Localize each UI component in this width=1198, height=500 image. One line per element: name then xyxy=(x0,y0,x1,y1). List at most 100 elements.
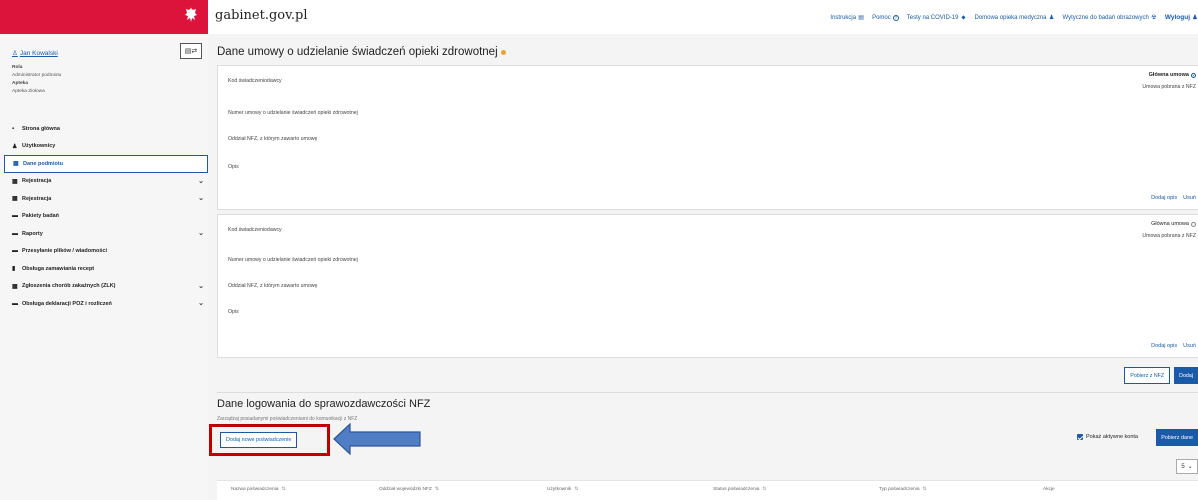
provider-code-label: Kod świadczeniodawcy xyxy=(228,78,282,84)
remove-link[interactable]: Usuń xyxy=(1183,343,1196,349)
sidebar-item-label: Strona główna xyxy=(22,125,60,132)
sidebar-item[interactable]: ▦ Zgłoszenia chorób zakaźnych (ZLK) ⌄ xyxy=(4,278,208,296)
switch-entity-button[interactable]: ▤⇄ xyxy=(180,43,202,59)
section-divider xyxy=(217,392,1198,393)
nav-domowa-opieka[interactable]: Domowa opieka medyczna ♟ xyxy=(974,15,1054,21)
sidebar-item[interactable]: ▦ Rejestracja ⌄ xyxy=(4,190,208,208)
main-contract-radio[interactable]: Główna umowa xyxy=(1149,72,1196,78)
radio-empty-icon xyxy=(1191,221,1196,227)
sidebar: ♙ Jan Kowalski ▤⇄ Rola Administrator pod… xyxy=(0,34,208,500)
sort-icon[interactable]: ⇅ xyxy=(574,487,578,492)
chevron-down-icon[interactable]: ⌄ xyxy=(198,194,204,202)
user-icon: ♙ xyxy=(12,50,18,57)
eagle-emblem-icon xyxy=(185,7,197,22)
radio-selected-icon xyxy=(1191,72,1196,78)
sidebar-menu: ▪ Strona główna ♟ Użytkownicy ▦ Dane podmiotu… xyxy=(4,120,208,313)
document-icon: ▤ xyxy=(858,14,864,21)
table-column-header[interactable]: Nazwa poświadczenia ⇅ xyxy=(231,487,286,492)
fetch-from-nfz-button[interactable]: Pobierz z NFZ xyxy=(1124,367,1171,384)
nav-instrukcja[interactable]: Instrukcja ▤ xyxy=(830,15,864,21)
downloaded-from-nfz-label: Umowa pobrana z NFZ xyxy=(1142,233,1196,239)
table-column-header[interactable]: Akcje xyxy=(1043,487,1055,492)
site-title[interactable]: gabinet.gov.pl xyxy=(215,8,308,23)
show-active-checkbox[interactable]: Pokaż aktywne konta xyxy=(1077,434,1138,440)
sidebar-item[interactable]: ▬ Pakiety badań xyxy=(4,208,208,226)
contract-card: Kod świadczeniodawcy Numer umowy o udzie… xyxy=(217,214,1198,358)
sidebar-item[interactable]: ▦ Rejestracja ⌄ xyxy=(4,173,208,191)
add-contract-button[interactable]: Dodaj xyxy=(1174,367,1198,384)
sidebar-item-label: Rejestracja xyxy=(22,178,52,185)
user-profile-link[interactable]: ♙ Jan Kowalski xyxy=(12,49,58,58)
logout-button[interactable]: Wyloguj ♟ xyxy=(1165,14,1198,21)
file-icon: ▬ xyxy=(12,213,18,220)
table-column-header[interactable]: Typ poświadczenia ⇅ xyxy=(879,487,927,492)
grid-icon: ▪ xyxy=(12,125,15,132)
test-tube-icon: ⬥ xyxy=(961,14,966,21)
provider-code-label: Kod świadczeniodawcy xyxy=(228,227,282,233)
card-actions: Dodaj opis Usuń xyxy=(1151,343,1196,349)
chevron-down-icon[interactable]: ⌄ xyxy=(198,299,204,307)
home-care-icon: ♟ xyxy=(1048,14,1055,21)
add-description-link[interactable]: Dodaj opis xyxy=(1151,343,1177,349)
contract-number-label: Numer umowy o udzielanie świadczeń opiek… xyxy=(228,110,358,116)
prescription-icon: ▮ xyxy=(12,266,16,273)
role-info: Rola Administrator podmiotu Apteka Aptek… xyxy=(12,64,61,96)
sort-icon[interactable]: ⇅ xyxy=(281,487,285,492)
sidebar-item-label: Rejestracja xyxy=(22,195,52,202)
sort-icon[interactable]: ⇅ xyxy=(435,487,439,492)
user-icon: ♟ xyxy=(12,143,18,150)
downloaded-from-nfz-label: Umowa pobrana z NFZ xyxy=(1142,84,1196,90)
required-dot-icon xyxy=(500,49,506,55)
remove-link[interactable]: Usuń xyxy=(1183,195,1196,201)
building-switch-icon: ▤⇄ xyxy=(184,48,198,55)
sidebar-item-label: Dane podmiotu xyxy=(23,160,64,167)
sidebar-item-label: Przesyłanie plików / wiadomości xyxy=(22,248,107,255)
sidebar-item-label: Obsługa zamawiania recept xyxy=(22,265,95,272)
logo-bar xyxy=(0,0,208,34)
card-actions: Dodaj opis Usuń xyxy=(1151,195,1196,201)
calendar-icon: ▦ xyxy=(12,196,18,203)
nav-wytyczne[interactable]: Wytyczne do badań obrazowych ☢ xyxy=(1063,15,1157,21)
user-name: Jan Kowalski xyxy=(19,49,58,57)
highlight-box xyxy=(209,424,330,456)
sidebar-item-label: Raporty xyxy=(22,230,43,237)
credentials-section-title: Dane logowania do sprawozdawczości NFZ xyxy=(217,398,431,410)
table-column-header[interactable]: Użytkownik ⇅ xyxy=(547,487,578,492)
sidebar-item[interactable]: ▬ Obsługa deklaracji POZ i rozliczeń ⌄ xyxy=(4,295,208,313)
sidebar-item[interactable]: ▬ Przesyłanie plików / wiadomości xyxy=(4,243,208,261)
sidebar-item-label: Pakiety badań xyxy=(22,213,59,220)
chevron-down-icon[interactable]: ⌄ xyxy=(198,177,204,185)
sort-icon[interactable]: ⇅ xyxy=(762,487,766,492)
sort-icon[interactable]: ⇅ xyxy=(923,487,927,492)
sidebar-item[interactable]: ▦ Dane podmiotu xyxy=(4,155,208,173)
nav-testy-covid[interactable]: Testy na COVID-19 ⬥ xyxy=(907,15,967,21)
help-icon: ? xyxy=(892,14,899,21)
sidebar-item[interactable]: ♟ Użytkownicy xyxy=(4,138,208,156)
table-column-header[interactable]: Status poświadczenia ⇅ xyxy=(713,487,766,492)
sidebar-item-label: Zgłoszenia chorób zakaźnych (ZLK) xyxy=(22,283,116,290)
main-contract-radio[interactable]: Główna umowa xyxy=(1151,221,1196,227)
sidebar-item[interactable]: ▮ Obsługa zamawiania recept xyxy=(4,260,208,278)
sidebar-item[interactable]: ▪ Strona główna xyxy=(4,120,208,138)
contract-card: Kod świadczeniodawcy Numer umowy o udzie… xyxy=(217,65,1198,210)
role-value: Administrator podmiotu xyxy=(12,73,62,78)
sidebar-item[interactable]: ▬ Raporty ⌄ xyxy=(4,225,208,243)
add-description-link[interactable]: Dodaj opis xyxy=(1151,195,1177,201)
radiation-icon: ☢ xyxy=(1151,14,1157,21)
declaration-icon: ▬ xyxy=(12,300,18,307)
main-content: Dane umowy o udzielanie świadczeń opieki… xyxy=(208,34,1198,500)
pharmacy-key: Apteka xyxy=(12,81,28,86)
nfz-branch-label: Oddział NFZ, z którym zawarto umowę xyxy=(228,136,318,142)
checkbox-checked-icon xyxy=(1077,434,1084,440)
page-size-select[interactable]: 5 ⌄ xyxy=(1176,459,1198,474)
sidebar-item-label: Obsługa deklaracji POZ i rozliczeń xyxy=(22,300,112,307)
table-column-header[interactable]: Oddział wojewódzki NFZ ⇅ xyxy=(379,487,439,492)
chevron-down-icon[interactable]: ⌄ xyxy=(198,282,204,290)
chevron-down-icon[interactable]: ⌄ xyxy=(198,229,204,237)
fetch-data-button[interactable]: Pobierz dane xyxy=(1156,429,1198,446)
credentials-table-header: Nazwa poświadczenia ⇅ Oddział wojewódzki N… xyxy=(217,480,1198,500)
description-label: Opis xyxy=(228,309,239,315)
role-key: Rola xyxy=(12,65,23,70)
nav-pomoc[interactable]: Pomoc? xyxy=(872,14,899,21)
sidebar-item-label: Użytkownicy xyxy=(22,143,56,150)
